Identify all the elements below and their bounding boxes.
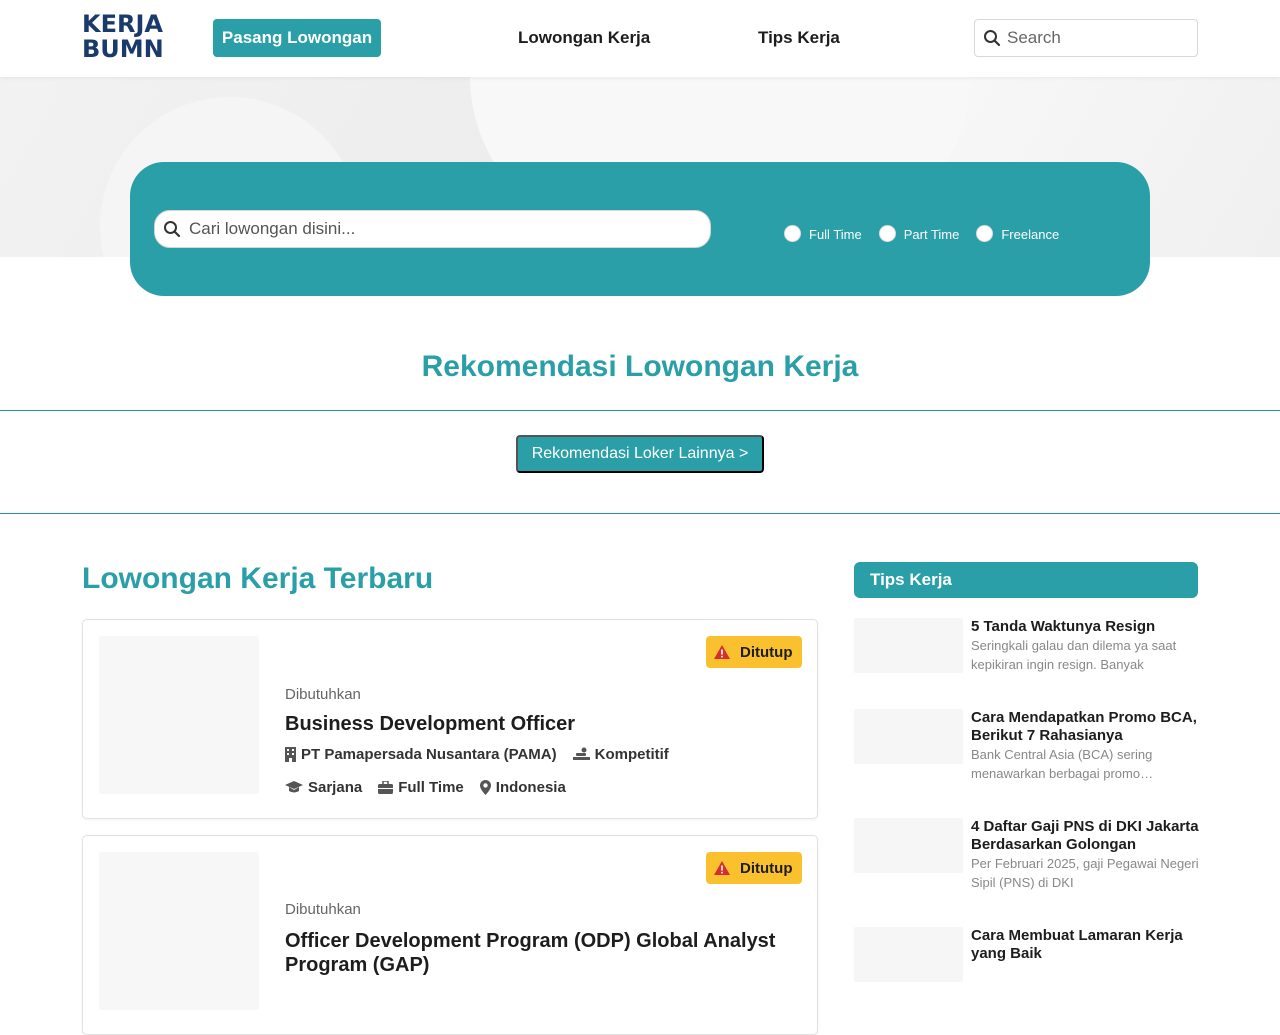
logo-line-2: BUMN	[82, 35, 164, 63]
tip-title[interactable]: Cara Membuat Lamaran Kerja yang Baik	[971, 927, 1199, 963]
radio-label: Full Time	[809, 227, 862, 242]
job-type-meta: Full Time	[378, 779, 464, 796]
company-logo	[99, 636, 259, 794]
tip-thumbnail[interactable]	[854, 818, 963, 873]
recommendation-title: Rekomendasi Lowongan Kerja	[421, 350, 859, 383]
tip-excerpt: Bank Central Asia (BCA) sering menawarka…	[971, 747, 1154, 781]
needed-label: Dibutuhkan	[285, 686, 361, 703]
job-search-box[interactable]	[154, 210, 711, 248]
job-meta-row: PT Pamapersada Nusantara (PAMA) Kompetit…	[285, 746, 685, 763]
salary-icon	[572, 747, 590, 760]
tip-excerpt: Per Februari 2025, gaji Pegawai Negeri S…	[971, 856, 1199, 890]
needed-label: Dibutuhkan	[285, 901, 361, 918]
tips-header: Tips Kerja	[854, 562, 1198, 598]
status-text: Ditutup	[740, 643, 793, 661]
status-text: Ditutup	[740, 859, 793, 877]
divider	[0, 513, 1280, 514]
warning-icon	[714, 861, 730, 875]
job-type-filter: Full Time Part Time Freelance	[784, 224, 1076, 242]
tip-title[interactable]: 5 Tanda Waktunya Resign	[971, 618, 1199, 636]
job-title[interactable]: Officer Development Program (ODP) Global…	[285, 929, 795, 977]
briefcase-icon	[378, 781, 394, 794]
job-type-value: Full Time	[398, 779, 464, 796]
tip-thumbnail[interactable]	[854, 618, 963, 673]
job-title[interactable]: Business Development Officer	[285, 712, 795, 736]
tip-thumbnail[interactable]	[854, 709, 963, 764]
search-icon	[984, 30, 1001, 47]
job-search-panel: Full Time Part Time Freelance	[130, 162, 1150, 296]
logo-line-1: KERJA	[82, 10, 163, 38]
tip-thumbnail[interactable]	[854, 927, 963, 982]
radio-freelance[interactable]: Freelance	[976, 224, 1059, 242]
salary-meta: Kompetitif	[572, 746, 669, 763]
location-pin-icon	[479, 780, 491, 795]
header-search[interactable]	[974, 19, 1198, 57]
radio-label: Freelance	[1001, 227, 1060, 242]
more-recommendations-button[interactable]: Rekomendasi Loker Lainnya >	[516, 435, 764, 473]
location-value: Indonesia	[495, 779, 566, 796]
search-icon	[164, 221, 181, 238]
status-badge: Ditutup	[706, 636, 802, 668]
graduation-cap-icon	[285, 780, 303, 792]
site-header: KERJA BUMN Pasang Lowongan Lowongan Kerj…	[0, 0, 1280, 77]
education-value: Sarjana	[308, 779, 363, 796]
building-icon	[285, 747, 296, 762]
salary-value: Kompetitif	[594, 746, 669, 763]
job-card[interactable]: Ditutup Dibutuhkan Business Development …	[82, 619, 818, 819]
radio-circle[interactable]	[976, 224, 994, 242]
radio-circle[interactable]	[784, 224, 801, 242]
post-job-button[interactable]: Pasang Lowongan	[213, 19, 381, 57]
radio-circle[interactable]	[878, 224, 896, 242]
radio-part-time[interactable]: Part Time	[878, 224, 960, 242]
divider	[0, 410, 1280, 411]
warning-icon	[714, 645, 730, 659]
nav-tips-kerja[interactable]: Tips Kerja	[758, 28, 840, 48]
radio-full-time[interactable]: Full Time	[784, 224, 862, 242]
nav-lowongan-kerja[interactable]: Lowongan Kerja	[518, 28, 650, 48]
company-name: PT Pamapersada Nusantara (PAMA)	[301, 746, 557, 763]
job-search-input[interactable]	[189, 219, 689, 239]
location-meta: Indonesia	[479, 779, 566, 796]
header-search-input[interactable]	[1007, 28, 1177, 48]
company-meta: PT Pamapersada Nusantara (PAMA)	[285, 746, 557, 763]
tip-title[interactable]: Cara Mendapatkan Promo BCA, Berikut 7 Ra…	[971, 709, 1199, 745]
site-logo[interactable]: KERJA BUMN	[82, 10, 164, 64]
radio-label: Part Time	[903, 227, 960, 242]
education-meta: Sarjana	[285, 779, 362, 796]
status-badge: Ditutup	[706, 852, 802, 884]
company-logo	[99, 852, 259, 1010]
job-card[interactable]: Ditutup Dibutuhkan Officer Development P…	[82, 835, 818, 1035]
job-meta-row: Sarjana Full Time Indonesia	[285, 779, 582, 796]
tip-excerpt: Seringkali galau dan dilema ya saat kepi…	[971, 638, 1177, 672]
tip-title[interactable]: 4 Daftar Gaji PNS di DKI Jakarta Berdasa…	[971, 818, 1199, 854]
latest-jobs-title: Lowongan Kerja Terbaru	[82, 562, 434, 595]
